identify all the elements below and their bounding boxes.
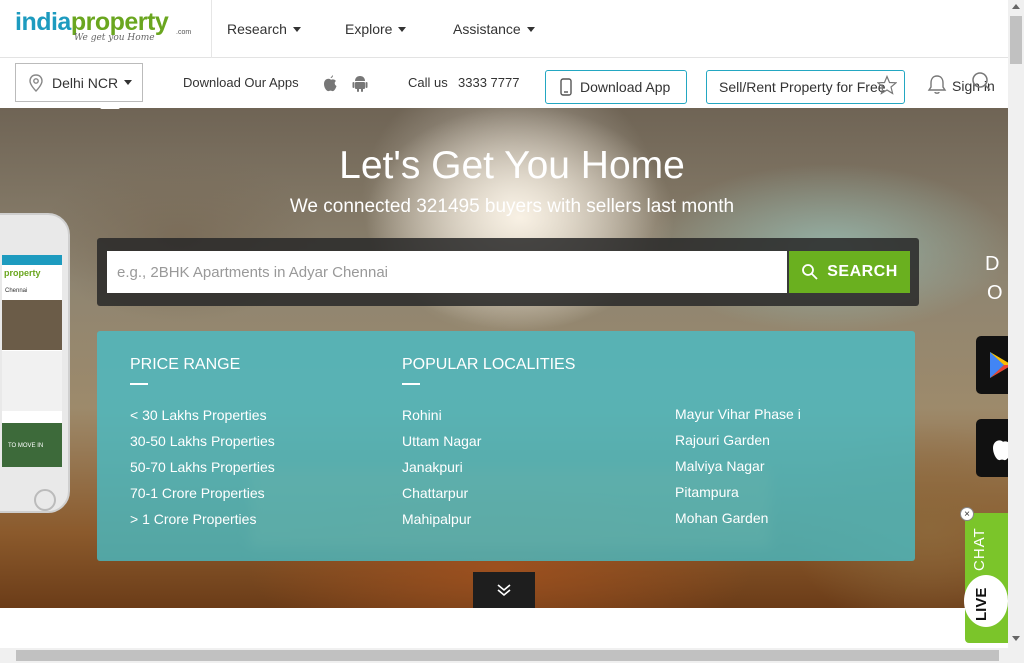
locality-link[interactable]: Mohan Garden [675,510,768,526]
city-selector[interactable]: Delhi NCR [15,63,143,102]
locality-link[interactable]: Mahipalpur [402,511,471,527]
hero-subtitle: We connected 321495 buyers with sellers … [289,196,735,217]
search-button[interactable]: SEARCH [789,251,910,293]
scroll-down-arrow-icon[interactable] [1012,636,1020,641]
quick-links-panel: PRICE RANGE < 30 Lakhs Properties 30-50 … [97,331,915,561]
sell-rent-label: Sell/Rent Property for Free [719,79,886,95]
download-app-button[interactable]: Download App [545,70,687,104]
scroll-up-arrow-icon[interactable] [1012,4,1020,9]
chevron-down-icon [292,26,301,32]
locality-link[interactable]: Rohini [402,407,442,423]
utility-bar: Delhi NCR Download Our Apps Call us 3333… [0,58,1008,108]
sell-rent-property-button[interactable]: Sell/Rent Property for Free [706,70,905,104]
logo-part-india: india [15,8,71,36]
locality-link[interactable]: Mayur Vihar Phase i [675,406,801,422]
popular-localities-heading: POPULAR LOCALITIES [402,356,576,373]
nav-research-label: Research [227,21,287,37]
apple-icon[interactable] [321,73,339,93]
search-box: SEARCH [97,238,919,306]
partial-text-o: O [987,282,1003,304]
search-input[interactable] [107,251,787,293]
live-chat-widget[interactable]: CHAT LIVE [964,513,1008,643]
nav-assistance[interactable]: Assistance [453,0,535,58]
google-play-icon [990,352,1008,378]
double-chevron-down-icon [497,584,511,597]
price-link[interactable]: 30-50 Lakhs Properties [130,433,275,449]
site-logo[interactable]: indiaproperty .com We get you Home [0,0,212,58]
locality-link[interactable]: Uttam Nagar [402,433,481,449]
download-apps-label: Download Our Apps [183,75,299,90]
price-link[interactable]: < 30 Lakhs Properties [130,407,267,423]
locality-link[interactable]: Chattarpur [402,485,468,501]
search-button-label: SEARCH [827,263,898,280]
mobile-phone-icon [560,78,572,96]
price-link[interactable]: 50-70 Lakhs Properties [130,459,275,475]
live-chat-label-live: LIVE [973,587,990,621]
phone-city: Chennai [5,288,28,294]
search-icon[interactable] [970,70,992,92]
heading-underline [402,383,420,385]
nav-research[interactable]: Research [227,0,301,58]
android-icon[interactable] [351,73,369,93]
nav-explore[interactable]: Explore [345,0,407,58]
search-icon [802,264,818,280]
locality-link[interactable]: Janakpuri [402,459,463,475]
apple-icon [993,440,1008,461]
google-play-badge[interactable] [976,336,1008,394]
phone-number[interactable]: 3333 7777 [458,75,519,90]
logo-part-property: property [70,8,169,36]
phone-locality-grid [2,351,62,411]
page: indiaproperty .com We get you Home Resea… [0,0,1024,663]
horizontal-scroll-thumb[interactable] [16,650,999,661]
price-range-heading: PRICE RANGE [130,356,241,373]
nav-explore-label: Explore [345,21,393,37]
phone-brand: property [4,268,41,278]
heading-underline [130,383,148,385]
locality-link[interactable]: Rajouri Garden [675,432,770,448]
logo-suffix: .com [176,29,192,36]
chevron-down-icon [398,26,407,32]
logo-tagline: We get you Home [74,33,155,43]
locality-link[interactable]: Pitampura [675,484,739,500]
download-app-label: Download App [580,79,671,95]
bell-icon[interactable] [926,73,948,95]
phone-status-bar [2,255,62,265]
price-link[interactable]: 70-1 Crore Properties [130,485,265,501]
price-link[interactable]: > 1 Crore Properties [130,511,256,527]
chevron-down-icon [124,80,133,85]
close-icon[interactable]: × [960,507,974,521]
phone-hero-image [2,300,62,350]
chevron-down-icon [526,26,535,32]
locality-link[interactable]: Malviya Nagar [675,458,764,474]
vertical-scrollbar[interactable] [1008,0,1024,648]
location-pin-icon [29,73,43,92]
scroll-down-button[interactable] [473,572,535,608]
star-icon [877,75,897,95]
city-dropdown-pointer [100,102,120,109]
hero-section: Let's Get You Home We connected 321495 b… [0,108,1008,608]
phone-screen: property Chennai TO MOVE IN [2,255,62,467]
nav-assistance-label: Assistance [453,21,521,37]
horizontal-scrollbar[interactable] [0,648,1024,663]
phone-home-button [34,489,56,511]
logo-wordmark: indiaproperty [15,8,169,36]
phone-mockup: property Chennai TO MOVE IN [0,213,70,513]
partial-text-d: D [985,253,1000,275]
live-chat-label-chat: CHAT [971,527,988,571]
vertical-scroll-thumb[interactable] [1010,16,1022,64]
phone-promo-text: TO MOVE IN [8,443,44,449]
city-name: Delhi NCR [52,74,119,91]
call-us-label: Call us [408,75,448,90]
top-header: indiaproperty .com We get you Home Resea… [0,0,1008,58]
app-store-badge[interactable] [976,419,1008,477]
content-below-hero [0,608,1008,648]
hero-title: Let's Get You Home [339,144,685,187]
